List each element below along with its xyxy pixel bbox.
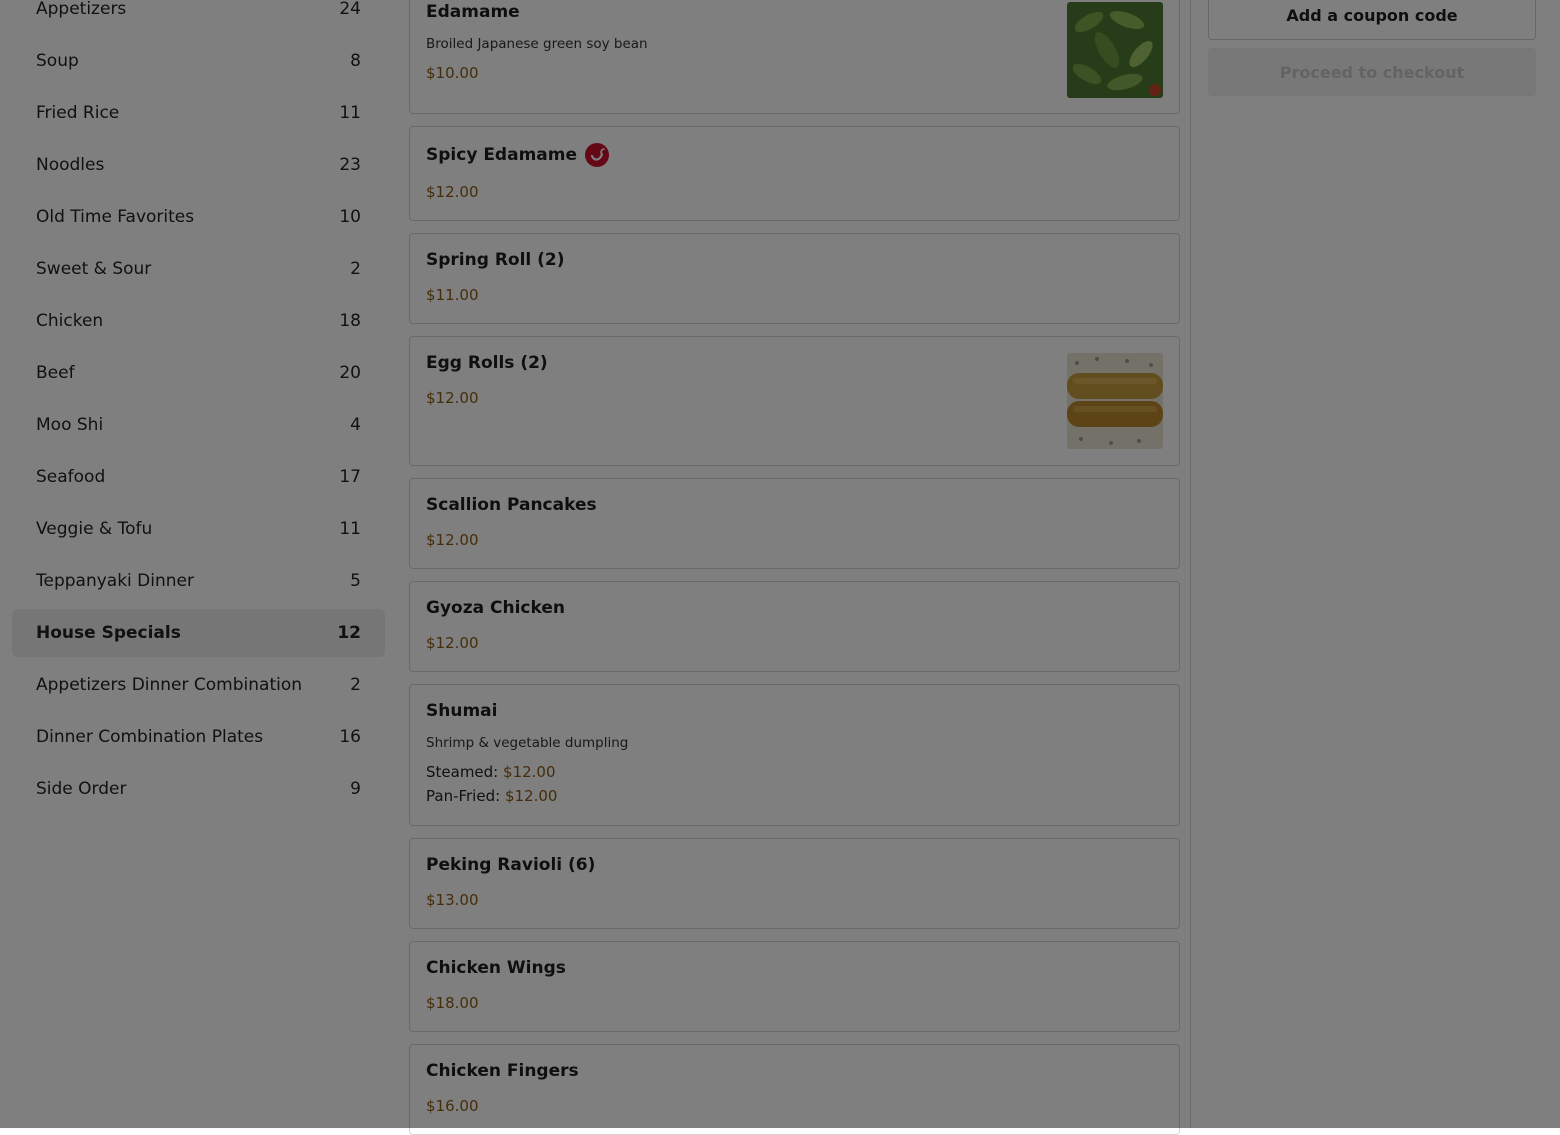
modal-backdrop-overlay[interactable] <box>0 0 1560 1128</box>
app-root: Appetizers 24 Soup 8 Fried Rice 11 Noodl… <box>0 0 1560 1135</box>
